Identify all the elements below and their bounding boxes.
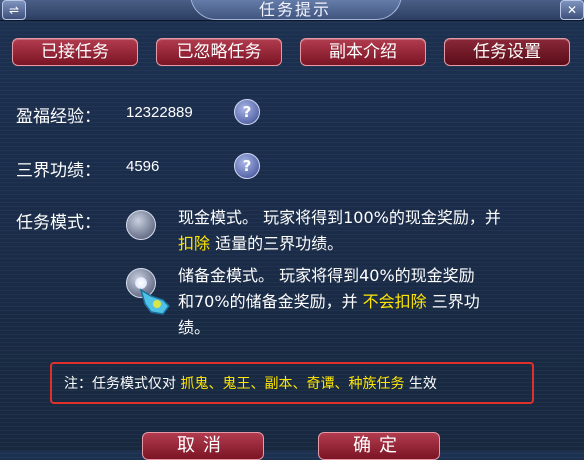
cash-mode-line1: 现金模式。 玩家将得到100%的现金奖励，并 [178, 208, 501, 227]
cancel-button[interactable]: 取消 [142, 432, 264, 460]
pointer-hand-icon [139, 288, 170, 315]
reserve-mode-no-deduct: 不会扣除 [362, 292, 427, 311]
tab-dungeon-intro[interactable]: 副本介绍 [300, 38, 426, 66]
cash-mode-deduct: 扣除 [178, 234, 211, 253]
window-title: 任务提示 [258, 0, 331, 19]
exp-value: 12322889 [126, 104, 193, 121]
confirm-button[interactable]: 确定 [318, 432, 440, 460]
task-mode-note: 注：任务模式仅对 抓鬼、鬼王、副本、奇谭、种族任务 生效 [64, 373, 437, 393]
tab-accepted-tasks[interactable]: 已接任务 [12, 38, 138, 66]
tab-task-settings[interactable]: 任务设置 [444, 38, 570, 66]
task-mode-label: 任务模式： [16, 213, 101, 233]
note-suffix: 生效 [404, 376, 437, 392]
cash-mode-radio[interactable] [126, 210, 156, 240]
merit-label: 三界功绩： [16, 161, 101, 181]
reserve-mode-line2-pre: 和70%的储备金奖励，并 [178, 292, 363, 311]
tab-ignored-tasks[interactable]: 已忽略任务 [156, 38, 282, 66]
reserve-mode-line1: 储备金模式。 玩家将得到40%的现金奖励 [178, 266, 475, 285]
merit-help-icon[interactable]: ? [234, 153, 260, 179]
reserve-mode-line2: 和70%的储备金奖励，并 不会扣除 三界功 [178, 289, 578, 315]
tab-bar: 已接任务 已忽略任务 副本介绍 任务设置 [12, 38, 572, 66]
reserve-mode-line3: 绩。 [178, 318, 211, 337]
cash-mode-line2: 扣除 适量的三界功绩。 [178, 231, 578, 257]
exp-label: 盈福经验： [16, 107, 101, 127]
note-task-list: 抓鬼、鬼王、副本、奇谭、种族任务 [180, 376, 405, 392]
cash-mode-description: 现金模式。 玩家将得到100%的现金奖励，并 扣除 适量的三界功绩。 [178, 205, 578, 257]
close-icon[interactable]: ✕ [560, 0, 584, 20]
swap-icon[interactable]: ⇌ [2, 0, 26, 20]
reserve-mode-description: 储备金模式。 玩家将得到40%的现金奖励 和70%的储备金奖励，并 不会扣除 三… [178, 263, 578, 341]
merit-value: 4596 [126, 158, 160, 175]
exp-help-icon[interactable]: ? [234, 99, 260, 125]
reserve-mode-line2-post: 三界功 [426, 292, 480, 311]
cash-mode-line2-rest: 适量的三界功绩。 [210, 234, 344, 253]
note-prefix: 注：任务模式仅对 [64, 376, 181, 392]
